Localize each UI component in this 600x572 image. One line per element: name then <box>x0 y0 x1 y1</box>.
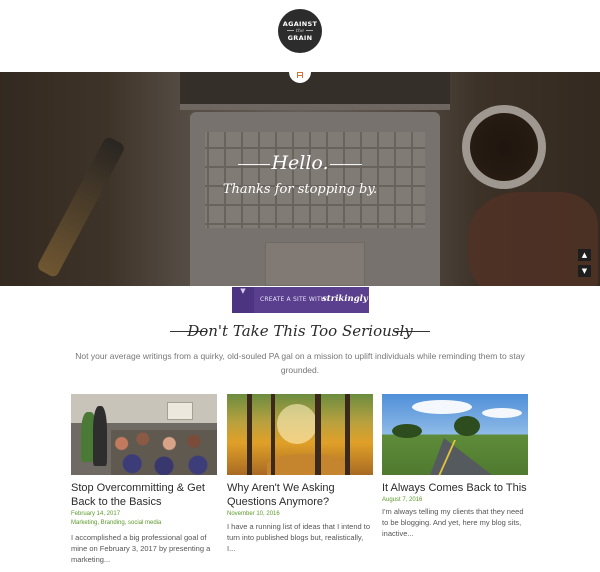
post-date: November 10, 2016 <box>227 511 280 517</box>
logo-line-3: GRAIN <box>287 34 313 42</box>
post-thumbnail-conference[interactable] <box>71 394 217 475</box>
post-date: August 7, 2016 <box>382 497 423 503</box>
post-title[interactable]: It Always Comes Back to This <box>382 481 528 495</box>
hero-tagline: Thanks for stopping by. <box>222 182 378 197</box>
post-thumbnail-road[interactable] <box>382 394 528 475</box>
logo-line-1: AGAINST <box>282 20 318 28</box>
post-thumbnail-forest[interactable] <box>227 394 373 475</box>
site-logo[interactable]: AGAINST the GRAIN <box>278 9 322 53</box>
create-site-label: CREATE A SITE WITH <box>260 296 326 303</box>
section-divider-right <box>394 331 430 332</box>
grain-icon <box>297 72 303 78</box>
post-excerpt: I'm always telling my clients that they … <box>382 507 524 538</box>
hero-banner: Hello. Thanks for stopping by. ▲ ▼ <box>0 72 600 286</box>
create-site-button[interactable]: ▼ CREATE A SITE WITH strikingly <box>232 287 369 313</box>
post-title[interactable]: Stop Overcommitting & Get Back to the Ba… <box>71 481 217 509</box>
scroll-up-button[interactable]: ▲ <box>578 249 591 261</box>
post-excerpt: I accomplished a big professional goal o… <box>71 533 211 564</box>
hero-heading-group: Hello. <box>200 152 400 178</box>
hero-overlay <box>0 72 600 286</box>
post-excerpt: I have a running list of ideas that I in… <box>227 522 371 553</box>
post-tags[interactable]: Marketing, Branding, social media <box>71 520 161 526</box>
section-intro: Not your average writings from a quirky,… <box>75 351 525 375</box>
scroll-down-button[interactable]: ▼ <box>578 265 591 277</box>
post-date: February 14, 2017 <box>71 511 121 517</box>
chevron-down-icon: ▼ <box>232 287 254 313</box>
strikingly-brand: strikingly <box>322 294 368 304</box>
site-header: AGAINST the GRAIN <box>0 0 600 72</box>
heading-divider-right <box>330 164 362 165</box>
section-heading: Don't Take This Too Seriously <box>150 320 450 344</box>
hero-heading: Hello. <box>271 152 329 174</box>
post-title[interactable]: Why Aren't We Asking Questions Anymore? <box>227 481 373 509</box>
